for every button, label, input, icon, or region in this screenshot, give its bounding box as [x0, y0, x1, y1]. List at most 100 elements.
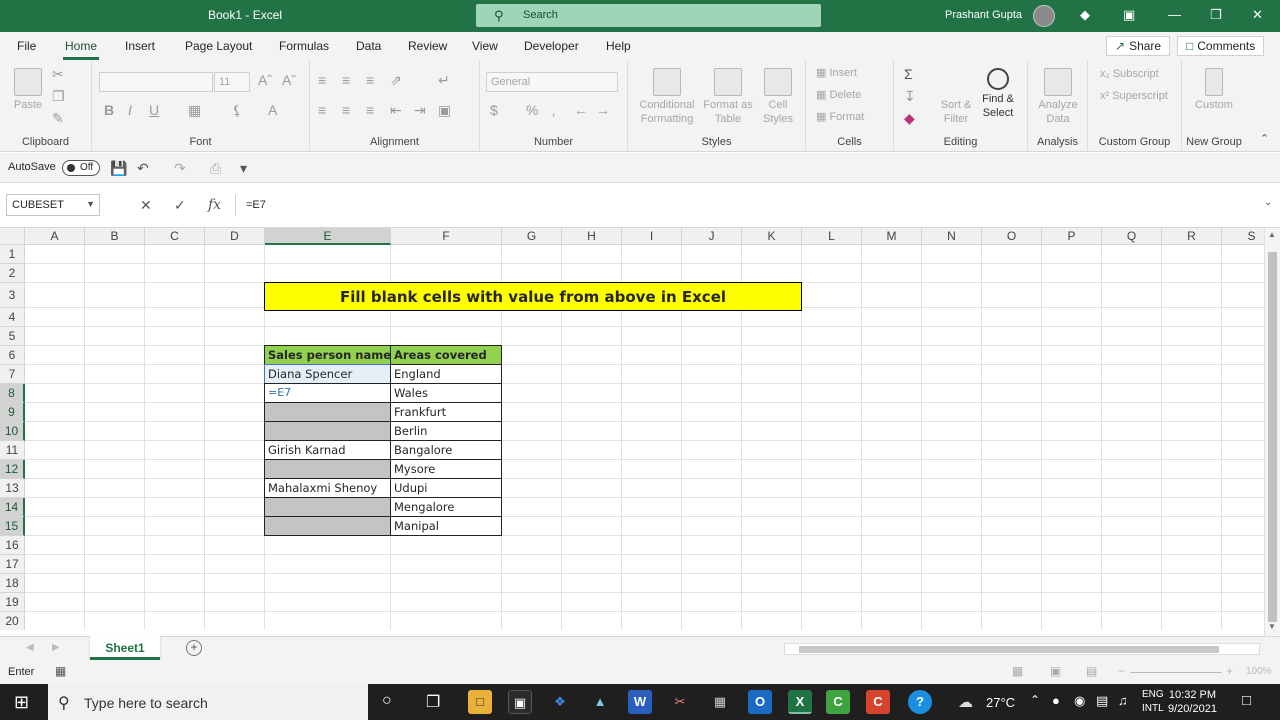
- row-header-12[interactable]: 12: [0, 460, 25, 479]
- add-sheet-icon[interactable]: +: [186, 640, 202, 656]
- area-cell[interactable]: Berlin: [390, 421, 502, 441]
- autosum-icon[interactable]: Σ: [904, 66, 913, 82]
- increase-decimal-icon[interactable]: ←: [574, 102, 588, 118]
- diamond-icon[interactable]: ◆: [1080, 7, 1090, 23]
- close-icon[interactable]: ✕: [1252, 7, 1263, 23]
- search-box[interactable]: ⚲ Search: [476, 4, 821, 27]
- column-header-d[interactable]: D: [205, 228, 265, 245]
- page-break-view-icon[interactable]: ▤: [1086, 664, 1097, 678]
- row-header-4[interactable]: 4: [0, 308, 25, 327]
- sales-person-cell[interactable]: [264, 497, 391, 517]
- column-header-h[interactable]: H: [562, 228, 622, 245]
- tab-view[interactable]: View: [472, 39, 498, 53]
- area-cell[interactable]: Manipal: [390, 516, 502, 536]
- prev-sheet-icon[interactable]: ◀: [26, 642, 34, 653]
- bold-button[interactable]: B: [104, 102, 114, 118]
- increase-indent-icon[interactable]: ⇥: [414, 102, 426, 119]
- row-header-2[interactable]: 2: [0, 264, 25, 283]
- analyze-data-button[interactable]: Analyze Data: [1032, 68, 1084, 126]
- customize-qat-icon[interactable]: ▾: [240, 160, 247, 177]
- column-header-m[interactable]: M: [862, 228, 922, 245]
- ribbon-display-icon[interactable]: ▣: [1123, 7, 1135, 23]
- header-areas-covered[interactable]: Areas covered: [390, 345, 502, 365]
- row-header-15[interactable]: 15: [0, 517, 25, 536]
- italic-button[interactable]: I: [128, 102, 132, 118]
- normal-view-icon[interactable]: ▦: [1012, 664, 1023, 678]
- column-header-i[interactable]: I: [622, 228, 682, 245]
- tab-help[interactable]: Help: [606, 39, 631, 53]
- row-header-20[interactable]: 20: [0, 612, 25, 630]
- column-header-b[interactable]: B: [85, 228, 145, 245]
- cell-styles-button[interactable]: Cell Styles: [756, 68, 800, 126]
- row-header-19[interactable]: 19: [0, 593, 25, 612]
- volume-icon[interactable]: ♫: [1118, 693, 1128, 708]
- sales-person-cell[interactable]: Girish Karnad: [264, 440, 391, 460]
- fill-icon[interactable]: ↧: [904, 88, 916, 105]
- cut-icon[interactable]: ✂: [52, 66, 64, 83]
- fill-color-icon[interactable]: ⚸: [232, 102, 242, 119]
- camtasia-icon[interactable]: C: [826, 690, 850, 714]
- column-header-n[interactable]: N: [922, 228, 982, 245]
- sort-filter-button[interactable]: Sort & Filter: [938, 68, 974, 126]
- font-color-icon[interactable]: A: [268, 102, 277, 118]
- snip-icon[interactable]: ✂: [668, 690, 692, 714]
- location-icon[interactable]: ◉: [1074, 693, 1085, 709]
- row-header-14[interactable]: 14: [0, 498, 25, 517]
- microphone-icon[interactable]: ●: [1052, 693, 1060, 708]
- avatar[interactable]: [1033, 5, 1055, 27]
- enter-icon[interactable]: ✓: [174, 197, 186, 214]
- decrease-decimal-icon[interactable]: →: [596, 102, 610, 118]
- percent-button[interactable]: %: [526, 102, 538, 118]
- vertical-scrollbar[interactable]: ▲ ▼: [1264, 228, 1280, 636]
- zoom-slider[interactable]: [1130, 672, 1222, 673]
- undo-icon[interactable]: ↶: [137, 160, 149, 177]
- area-cell[interactable]: Mengalore: [390, 497, 502, 517]
- delete-cells-button[interactable]: ▦ Delete: [816, 88, 861, 102]
- header-sales-person[interactable]: Sales person name: [264, 345, 391, 365]
- row-header-1[interactable]: 1: [0, 245, 25, 264]
- row-header-5[interactable]: 5: [0, 327, 25, 346]
- area-cell[interactable]: Wales: [390, 383, 502, 403]
- save-icon[interactable]: 💾: [110, 160, 127, 177]
- outlook-icon[interactable]: O: [748, 690, 772, 714]
- help-icon[interactable]: ?: [908, 690, 932, 714]
- find-select-button[interactable]: Find & Select: [978, 68, 1018, 120]
- sales-person-cell[interactable]: [264, 402, 391, 422]
- sales-person-cell[interactable]: Mahalaxmi Shenoy: [264, 478, 391, 498]
- sales-person-cell[interactable]: Diana Spencer: [264, 364, 391, 384]
- restore-icon[interactable]: ❐: [1210, 7, 1222, 23]
- align-left-icon[interactable]: ≡: [318, 102, 326, 118]
- column-header-a[interactable]: A: [25, 228, 85, 245]
- notification-icon[interactable]: □: [1242, 692, 1251, 709]
- align-bottom-icon[interactable]: ≡: [366, 72, 374, 88]
- formula-input[interactable]: =E7: [235, 194, 1275, 216]
- area-cell[interactable]: Mysore: [390, 459, 502, 479]
- tab-home[interactable]: Home: [62, 39, 100, 60]
- row-header-9[interactable]: 9: [0, 403, 25, 422]
- horizontal-scroll-thumb[interactable]: [799, 646, 1219, 653]
- column-header-f[interactable]: F: [391, 228, 502, 245]
- format-as-table-button[interactable]: Format as Table: [700, 68, 756, 126]
- tab-page-layout[interactable]: Page Layout: [185, 39, 252, 53]
- word-icon[interactable]: W: [628, 690, 652, 714]
- windows-start-icon[interactable]: ⊞: [14, 692, 29, 713]
- sheet-title-cell[interactable]: Fill blank cells with value from above i…: [264, 282, 802, 311]
- language-indicator[interactable]: ENG INTL: [1142, 688, 1164, 716]
- chevron-up-icon[interactable]: ⌃: [1030, 693, 1040, 707]
- column-header-g[interactable]: G: [502, 228, 562, 245]
- column-header-r[interactable]: R: [1162, 228, 1222, 245]
- tab-data[interactable]: Data: [356, 39, 381, 53]
- format-painter-icon[interactable]: ✎: [52, 110, 64, 127]
- align-center-icon[interactable]: ≡: [342, 102, 350, 118]
- name-box[interactable]: CUBESET ▼: [6, 194, 100, 216]
- row-header-7[interactable]: 7: [0, 365, 25, 384]
- wrap-text-icon[interactable]: ↵: [438, 72, 450, 89]
- weather-temp[interactable]: 27°C: [986, 695, 1015, 710]
- area-cell[interactable]: Frankfurt: [390, 402, 502, 422]
- currency-button[interactable]: $: [490, 102, 498, 118]
- column-header-l[interactable]: L: [802, 228, 862, 245]
- scroll-up-icon[interactable]: ▲: [1268, 230, 1276, 239]
- clock[interactable]: 10:32 PM 9/20/2021: [1168, 688, 1217, 716]
- row-header-18[interactable]: 18: [0, 574, 25, 593]
- area-cell[interactable]: England: [390, 364, 502, 384]
